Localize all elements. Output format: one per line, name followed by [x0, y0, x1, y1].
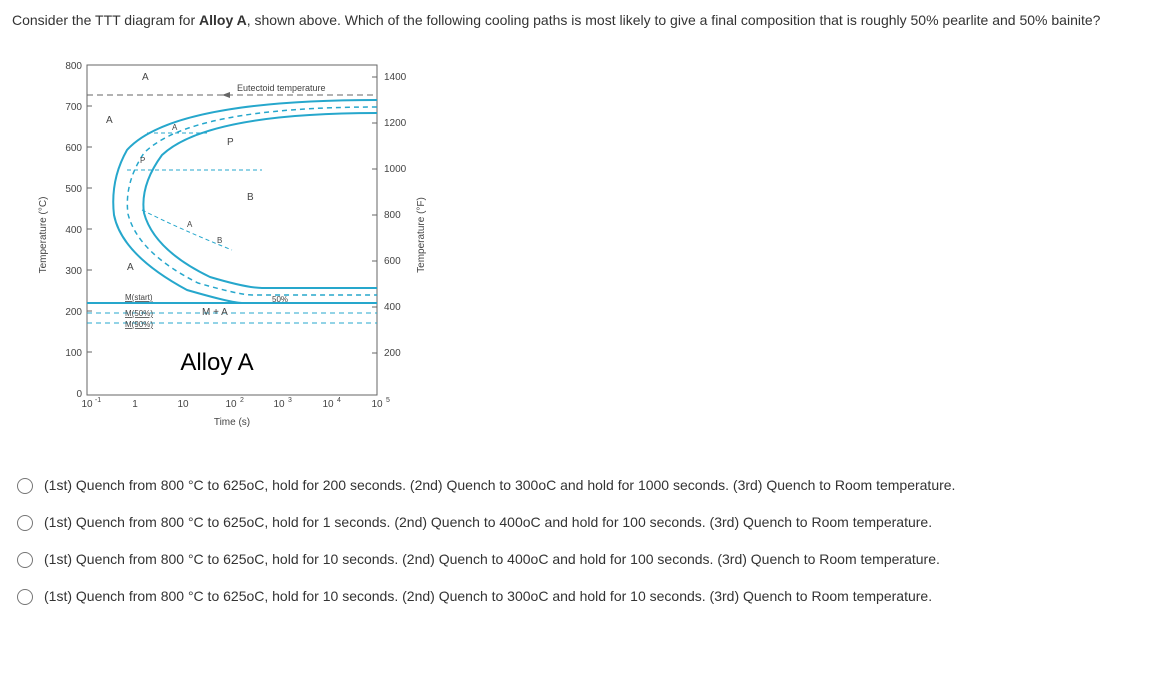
option-1[interactable]: (1st) Quench from 800 °C to 625oC, hold … [12, 475, 1145, 494]
svg-text:1: 1 [132, 399, 138, 410]
ttt-diagram-figure: 800 700 600 500 400 300 200 100 0 1400 1… [32, 55, 1145, 435]
svg-text:10: 10 [273, 399, 285, 410]
svg-text:A: A [187, 220, 193, 229]
svg-text:A: A [127, 262, 134, 273]
svg-text:10: 10 [81, 399, 93, 410]
svg-text:10: 10 [225, 399, 237, 410]
question-prefix: Consider the TTT diagram for [12, 12, 199, 28]
svg-text:50%: 50% [272, 295, 288, 304]
option-1-label[interactable]: (1st) Quench from 800 °C to 625oC, hold … [44, 477, 955, 493]
option-4-label[interactable]: (1st) Quench from 800 °C to 625oC, hold … [44, 588, 932, 604]
svg-text:10: 10 [371, 399, 383, 410]
svg-text:2: 2 [240, 397, 244, 404]
option-4-radio[interactable] [17, 589, 33, 605]
option-3-radio[interactable] [17, 552, 33, 568]
svg-text:3: 3 [288, 397, 292, 404]
svg-text:P: P [227, 137, 234, 148]
svg-text:10: 10 [322, 399, 334, 410]
svg-text:800: 800 [384, 210, 401, 221]
option-3[interactable]: (1st) Quench from 800 °C to 625oC, hold … [12, 549, 1145, 568]
svg-text:1400: 1400 [384, 72, 407, 83]
svg-text:600: 600 [384, 256, 401, 267]
svg-text:A: A [142, 72, 149, 83]
svg-text:1000: 1000 [384, 164, 407, 175]
option-2[interactable]: (1st) Quench from 800 °C to 625oC, hold … [12, 512, 1145, 531]
option-4[interactable]: (1st) Quench from 800 °C to 625oC, hold … [12, 586, 1145, 605]
svg-text:600: 600 [65, 143, 82, 154]
svg-text:500: 500 [65, 184, 82, 195]
svg-text:B: B [247, 192, 254, 203]
svg-text:Temperature (°F): Temperature (°F) [416, 197, 427, 273]
svg-text:M(90%): M(90%) [125, 320, 153, 329]
option-2-label[interactable]: (1st) Quench from 800 °C to 625oC, hold … [44, 514, 932, 530]
svg-text:4: 4 [337, 397, 341, 404]
svg-text:400: 400 [65, 225, 82, 236]
svg-text:300: 300 [65, 266, 82, 277]
question-middle: , shown above. Which of the following co… [247, 12, 1101, 28]
svg-text:A: A [106, 115, 113, 126]
svg-text:10: 10 [177, 399, 189, 410]
svg-text:5: 5 [386, 397, 390, 404]
svg-text:700: 700 [65, 102, 82, 113]
question-text: Consider the TTT diagram for Alloy A, sh… [12, 10, 1145, 31]
svg-text:B: B [217, 236, 222, 245]
option-3-label[interactable]: (1st) Quench from 800 °C to 625oC, hold … [44, 551, 940, 567]
svg-text:200: 200 [384, 348, 401, 359]
question-alloy: Alloy A [199, 12, 247, 28]
svg-text:Temperature (°C): Temperature (°C) [38, 197, 49, 274]
svg-text:100: 100 [65, 348, 82, 359]
option-1-radio[interactable] [17, 478, 33, 494]
svg-text:200: 200 [65, 307, 82, 318]
svg-text:400: 400 [384, 302, 401, 313]
svg-text:Alloy A: Alloy A [180, 349, 253, 376]
option-2-radio[interactable] [17, 515, 33, 531]
svg-text:M(50%): M(50%) [125, 309, 153, 318]
svg-text:M + A: M + A [202, 307, 228, 318]
svg-text:M(start): M(start) [125, 293, 153, 302]
svg-text:P: P [140, 156, 145, 165]
svg-text:Eutectoid temperature: Eutectoid temperature [237, 83, 326, 93]
svg-text:Time (s): Time (s) [214, 417, 250, 428]
answer-options: (1st) Quench from 800 °C to 625oC, hold … [12, 475, 1145, 605]
svg-text:1200: 1200 [384, 118, 407, 129]
svg-text:800: 800 [65, 61, 82, 72]
svg-text:-1: -1 [95, 397, 101, 404]
svg-text:A: A [172, 123, 178, 132]
